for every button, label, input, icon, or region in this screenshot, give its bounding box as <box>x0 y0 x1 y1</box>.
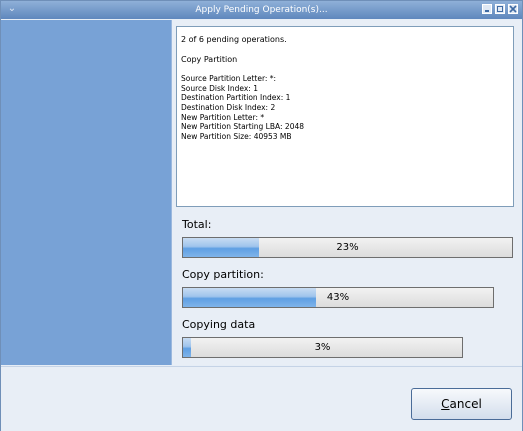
copy-partition-percent: 43% <box>326 292 350 303</box>
total-progress-bar: 23% <box>182 237 513 258</box>
cancel-button[interactable]: Cancel <box>411 388 512 420</box>
operation-name: Copy Partition <box>181 54 238 64</box>
copying-data-label: Copying data <box>182 318 256 331</box>
close-icon[interactable] <box>508 4 518 14</box>
log-line: Source Partition Letter: *: <box>181 74 277 84</box>
total-progress-percent: 23% <box>336 242 359 253</box>
minimize-icon[interactable] <box>482 4 492 14</box>
button-bar: Cancel <box>1 366 522 431</box>
copying-data-progress-bar: 3% <box>182 337 463 358</box>
copy-partition-label: Copy partition: <box>182 268 264 281</box>
total-progress-label: Total: <box>182 218 212 231</box>
cancel-label: ancel <box>449 397 482 411</box>
operation-log[interactable]: 2 of 6 pending operations. Copy Partitio… <box>176 26 514 207</box>
title-bar[interactable]: ⌄ Apply Pending Operation(s)... <box>1 1 522 19</box>
log-heading: 2 of 6 pending operations. <box>181 35 287 44</box>
window-title: Apply Pending Operation(s)... <box>195 5 328 15</box>
cancel-mnemonic: C <box>441 397 450 411</box>
copy-partition-progress-bar: 43% <box>182 287 494 308</box>
maximize-icon[interactable] <box>495 4 505 14</box>
log-line: New Partition Starting LBA: 2048 <box>181 122 305 132</box>
log-line: Destination Disk Index: 2 <box>181 102 276 112</box>
log-line: Destination Partition Index: 1 <box>181 93 291 103</box>
copying-data-percent: 3% <box>314 342 331 353</box>
log-line: New Partition Size: 40953 MB <box>181 131 292 141</box>
dialog-window: ⌄ Apply Pending Operation(s)... 2 of 6 p… <box>0 0 523 431</box>
log-line: Source Disk Index: 1 <box>181 83 258 93</box>
log-line: New Partition Letter: * <box>181 112 265 122</box>
side-panel <box>1 20 172 365</box>
content-area: 2 of 6 pending operations. Copy Partitio… <box>172 20 522 365</box>
